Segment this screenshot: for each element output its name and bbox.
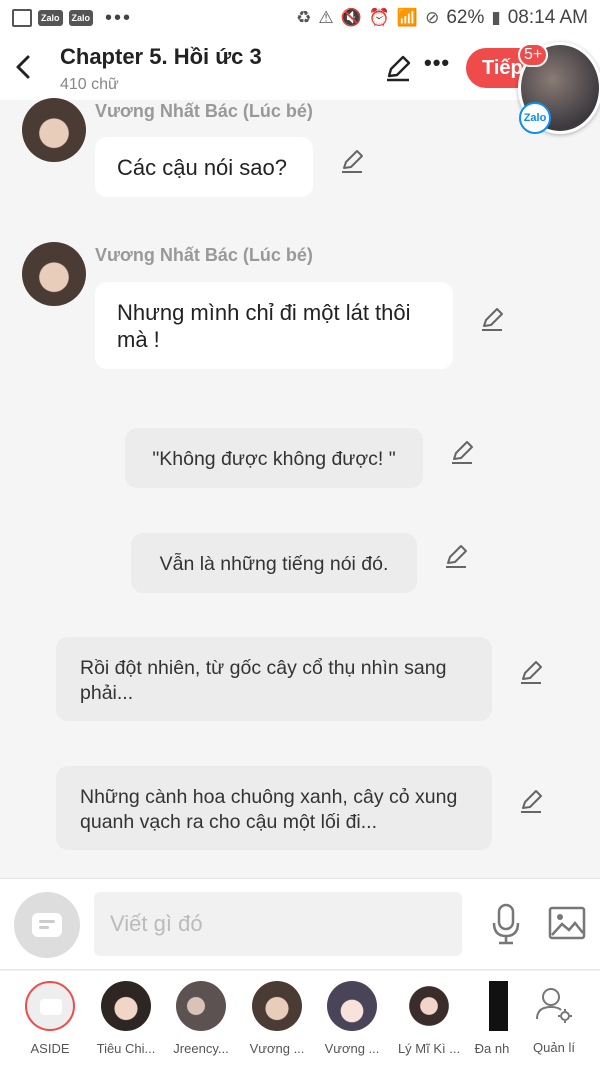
manage-characters-button[interactable]: Quản lí xyxy=(514,981,594,1055)
character-avatar[interactable] xyxy=(22,98,86,162)
character-item[interactable]: Jreency... xyxy=(161,981,241,1056)
more-options-icon[interactable]: ••• xyxy=(424,50,450,76)
status-bar: Zalo Zalo ••• ♻ ⚠ 🔇 ⏰ 📶 ⊘ 62% ▮ 08:14 AM xyxy=(0,0,600,36)
character-label: Lý Mĩ Kì ... xyxy=(397,1041,461,1056)
warning-icon: ⚠ xyxy=(318,8,334,27)
narration-bubble[interactable]: Rồi đột nhiên, từ gốc cây cổ thụ nhìn sa… xyxy=(56,637,492,721)
character-label: Đa nh xyxy=(474,1041,510,1056)
character-item[interactable]: Vương ... xyxy=(237,981,317,1056)
edit-message-pencil-icon[interactable] xyxy=(340,148,366,174)
character-item[interactable]: Lý Mĩ Kì ... xyxy=(389,981,469,1056)
character-name: Vương Nhất Bác (Lúc bé) xyxy=(95,245,313,265)
edit-chapter-pencil-icon[interactable] xyxy=(384,54,412,82)
message-input[interactable] xyxy=(94,892,462,956)
edit-message-pencil-icon[interactable] xyxy=(480,306,506,332)
battery-percent: 62% xyxy=(446,7,485,28)
zalo-notification-icon: Zalo xyxy=(38,10,63,26)
character-label: Jreency... xyxy=(173,1041,229,1056)
mute-icon: 🔇 xyxy=(340,8,362,27)
character-label: Quản lí xyxy=(533,1040,575,1055)
character-item[interactable]: Vương ... xyxy=(312,981,392,1056)
character-avatar xyxy=(101,981,151,1031)
message-bubble[interactable]: Nhưng mình chỉ đi một lát thôi mà ! xyxy=(95,282,453,369)
character-selector-bar: ASIDE Tiêu Chi... Jreency... Vương ... V… xyxy=(0,971,600,1067)
edit-message-pencil-icon[interactable] xyxy=(450,439,476,465)
character-avatar[interactable] xyxy=(22,242,86,306)
recycle-icon: ♻ xyxy=(296,8,312,27)
notification-badge: 5+ xyxy=(518,43,549,67)
character-avatar xyxy=(252,981,302,1031)
edit-message-pencil-icon[interactable] xyxy=(444,543,470,569)
chat-mode-button[interactable] xyxy=(14,892,80,958)
message-composer xyxy=(0,878,600,970)
battery-icon: ▮ xyxy=(491,8,501,27)
character-avatar xyxy=(327,981,377,1031)
chapter-title: Chapter 5. Hồi ức 3 xyxy=(60,44,262,69)
back-arrow-icon[interactable] xyxy=(10,50,40,84)
character-name: Vương Nhất Bác (Lúc bé) xyxy=(95,101,313,121)
narration-bubble[interactable]: Vẫn là những tiếng nói đó. xyxy=(131,533,417,593)
more-notifications-icon: ••• xyxy=(105,6,133,29)
character-label: ASIDE xyxy=(30,1041,70,1056)
zalo-logo-icon: Zalo xyxy=(519,102,551,134)
character-label: Vương ... xyxy=(324,1041,380,1056)
gallery-notification-icon xyxy=(12,9,32,27)
narration-bubble[interactable]: Những cành hoa chuông xanh, cây cỏ xung … xyxy=(56,766,492,850)
character-avatar xyxy=(404,981,454,1031)
aside-icon xyxy=(25,981,75,1031)
character-avatar xyxy=(476,981,508,1031)
wifi-icon: 📶 xyxy=(396,8,419,27)
character-label: Vương ... xyxy=(249,1041,305,1056)
no-sim-icon: ⊘ xyxy=(425,8,440,27)
manage-characters-icon xyxy=(536,988,572,1023)
edit-message-pencil-icon[interactable] xyxy=(519,788,545,814)
chapter-header: Chapter 5. Hồi ức 3 410 chữ ••• Tiếp xyxy=(0,36,600,100)
message-bubble[interactable]: Các cậu nói sao? xyxy=(95,137,313,197)
edit-message-pencil-icon[interactable] xyxy=(519,659,545,685)
chat-bubble-icon xyxy=(32,913,62,937)
image-picker-icon[interactable] xyxy=(548,905,586,941)
character-label: Tiêu Chi... xyxy=(96,1041,156,1056)
word-count: 410 chữ xyxy=(60,76,119,93)
narration-bubble[interactable]: "Không được không được! " xyxy=(125,428,423,488)
character-item[interactable]: Đa nh xyxy=(470,981,514,1056)
character-item[interactable]: Tiêu Chi... xyxy=(86,981,166,1056)
character-avatar xyxy=(176,981,226,1031)
character-aside[interactable]: ASIDE xyxy=(10,981,90,1056)
clock: 08:14 AM xyxy=(507,7,588,28)
microphone-icon[interactable] xyxy=(490,903,522,947)
alarm-icon: ⏰ xyxy=(368,8,390,27)
zalo-notification-icon: Zalo xyxy=(68,10,94,26)
